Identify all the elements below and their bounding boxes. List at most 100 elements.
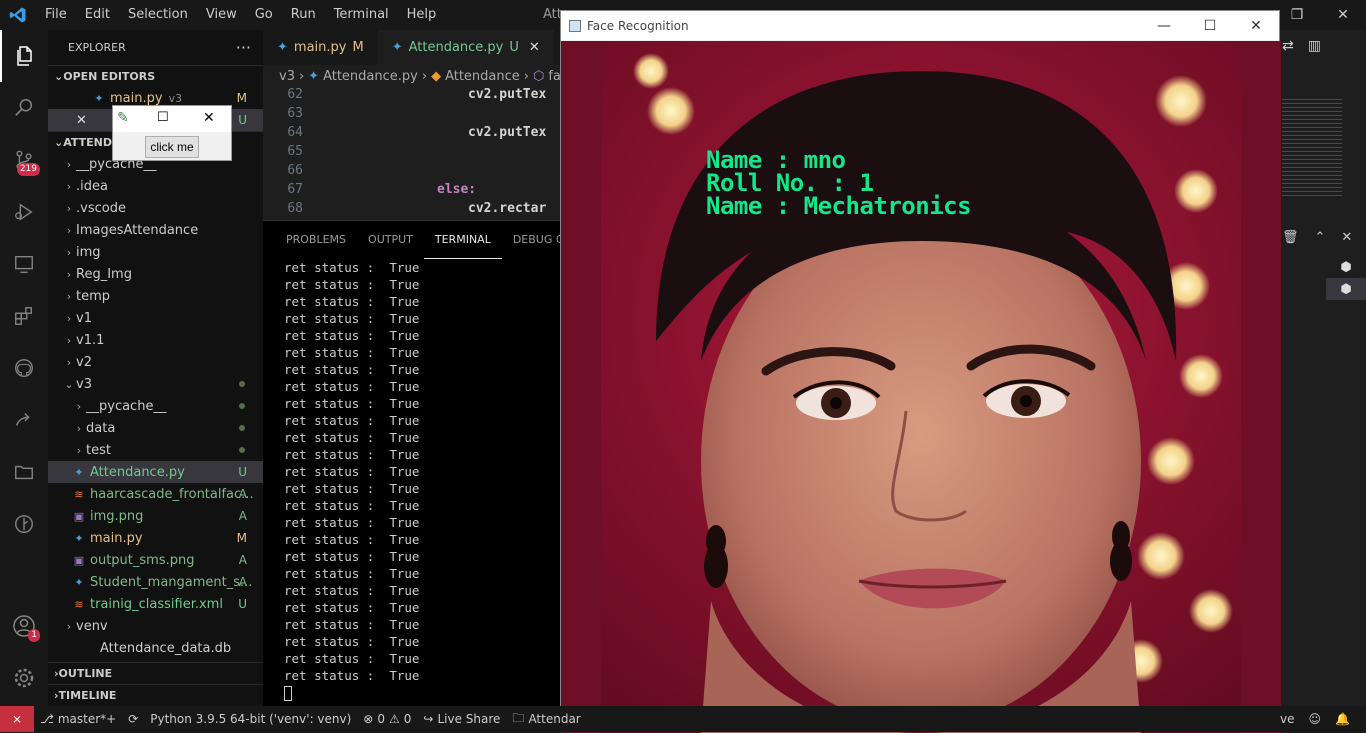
- search-icon[interactable]: [0, 82, 48, 134]
- tree-item[interactable]: › ImagesAttendance: [48, 219, 263, 241]
- outline-section[interactable]: › OUTLINE: [48, 662, 263, 684]
- line-number: 65: [287, 144, 303, 159]
- terminal-instance-icon[interactable]: ⬢: [1326, 278, 1366, 300]
- problems-status[interactable]: ⊗ 0 ⚠ 0: [357, 712, 417, 726]
- close-panel-icon[interactable]: ✕: [1341, 230, 1352, 245]
- menu-item-help[interactable]: Help: [398, 0, 446, 30]
- close-icon[interactable]: ✕: [1233, 11, 1279, 40]
- close-icon[interactable]: ✕: [203, 110, 215, 126]
- python-file-icon: ✦: [74, 465, 84, 479]
- tree-item-label: ImagesAttendance: [76, 222, 199, 238]
- feedback-icon[interactable]: ☺: [1308, 712, 1321, 726]
- split-editor-icon[interactable]: ▥: [1308, 38, 1321, 54]
- python-file-icon: ✦: [277, 40, 288, 55]
- settings-gear-icon[interactable]: [0, 652, 48, 704]
- menu-item-run[interactable]: Run: [282, 0, 325, 30]
- panel-tab-problems[interactable]: PROBLEMS: [275, 221, 357, 259]
- menu-item-selection[interactable]: Selection: [119, 0, 197, 30]
- python-file-icon: ✦: [94, 91, 104, 105]
- tree-item[interactable]: › __pycache__: [48, 395, 263, 417]
- tree-item[interactable]: › venv: [48, 615, 263, 637]
- menu-item-terminal[interactable]: Terminal: [325, 0, 398, 30]
- more-actions-icon[interactable]: ···: [236, 38, 251, 57]
- tree-item[interactable]: › img: [48, 241, 263, 263]
- tree-item[interactable]: ✦ Student_mangament_s... A: [48, 571, 263, 593]
- trash-icon[interactable]: 🗑: [1282, 230, 1299, 245]
- tree-item-label: main.py: [90, 530, 143, 546]
- maximize-icon[interactable]: ☐: [1187, 11, 1233, 40]
- tree-item[interactable]: › v1: [48, 307, 263, 329]
- branch-status[interactable]: ⎇ master*+: [34, 712, 122, 726]
- tree-item[interactable]: Attendance_data.db: [48, 637, 263, 659]
- source-control-icon[interactable]: 219: [0, 134, 48, 186]
- account-icon[interactable]: 1: [0, 600, 48, 652]
- click-me-button[interactable]: click me: [145, 136, 199, 158]
- tree-item[interactable]: › data: [48, 417, 263, 439]
- timeline-icon[interactable]: [0, 498, 48, 550]
- extensions-icon[interactable]: [0, 290, 48, 342]
- tree-item[interactable]: ▣ output_sms.png A: [48, 549, 263, 571]
- menu-item-view[interactable]: View: [197, 0, 246, 30]
- explorer-icon[interactable]: [0, 30, 48, 82]
- sync-icon[interactable]: ⟳: [122, 712, 144, 726]
- git-branch-icon: ⎇: [40, 712, 54, 726]
- terminal-line: ret status : True: [284, 328, 420, 343]
- tree-item[interactable]: ▣ img.png A: [48, 505, 263, 527]
- panel-tab-terminal[interactable]: TERMINAL: [423, 221, 502, 259]
- terminal-cursor: [284, 686, 292, 701]
- close-icon[interactable]: ✕: [1320, 0, 1366, 30]
- python-file-icon: ✦: [74, 575, 84, 589]
- tree-item[interactable]: › v1.1: [48, 329, 263, 351]
- python-interpreter[interactable]: Python 3.9.5 64-bit ('venv': venv): [144, 712, 357, 726]
- close-editor-icon[interactable]: ✕: [76, 113, 90, 128]
- menu-item-file[interactable]: File: [36, 0, 76, 30]
- code-editor[interactable]: 62 cv2.putTex 63 64 cv2.putTex 65 66 67 else: 68 c…: [263, 87, 560, 217]
- code-line: 67 else:: [263, 182, 560, 201]
- terminal-line: ret status : True: [284, 277, 420, 292]
- tab-main-py[interactable]: ✦ main.py M: [263, 30, 378, 65]
- remote-explorer-icon[interactable]: [0, 238, 48, 290]
- menu-item-edit[interactable]: Edit: [76, 0, 119, 30]
- tree-item[interactable]: ≋ haarcascade_frontalfac... A: [48, 483, 263, 505]
- terminal-instance-icon[interactable]: ⬢: [1326, 256, 1366, 278]
- maximize-icon[interactable]: ☐: [157, 110, 169, 125]
- minimize-icon[interactable]: —: [1141, 11, 1187, 40]
- close-tab-icon[interactable]: ✕: [529, 40, 540, 55]
- panel-tab-output[interactable]: OUTPUT: [357, 221, 424, 259]
- tree-item[interactable]: › v2: [48, 351, 263, 373]
- tree-item[interactable]: › temp: [48, 285, 263, 307]
- terminal-line: ret status : True: [284, 668, 420, 683]
- live-share-button[interactable]: ↪ Live Share: [417, 712, 506, 726]
- open-editors-section[interactable]: ⌄ OPEN EDITORS: [48, 65, 263, 87]
- run-debug-icon[interactable]: [0, 186, 48, 238]
- chevron-right-icon: ›: [76, 421, 82, 435]
- tree-item[interactable]: ✦ Attendance.py U: [48, 461, 263, 483]
- tree-item[interactable]: › .vscode: [48, 197, 263, 219]
- tree-item-label: haarcascade_frontalfac...: [90, 486, 254, 502]
- chevron-up-icon[interactable]: ⌃: [1315, 230, 1326, 245]
- live-share-icon[interactable]: [0, 394, 48, 446]
- tree-item[interactable]: ✦ main.py M: [48, 527, 263, 549]
- folder-icon[interactable]: [0, 446, 48, 498]
- tab-attendance-py[interactable]: ✦ Attendance.py U ✕: [377, 30, 554, 65]
- tree-item[interactable]: ≋ trainig_classifier.xml U: [48, 593, 263, 615]
- tree-item[interactable]: › .idea: [48, 175, 263, 197]
- terminal-line: ret status : True: [284, 583, 420, 598]
- tree-item[interactable]: › test: [48, 439, 263, 461]
- restore-icon[interactable]: ❐: [1274, 0, 1320, 30]
- menu-item-go[interactable]: Go: [246, 0, 282, 30]
- workspace-folder-status[interactable]: 🗀 Attendar: [506, 709, 586, 730]
- tree-item[interactable]: › Reg_Img: [48, 263, 263, 285]
- github-icon[interactable]: [0, 342, 48, 394]
- modified-dot-icon: [239, 381, 245, 387]
- tree-item-label: v2: [76, 354, 92, 370]
- notifications-icon[interactable]: 🔔: [1335, 712, 1350, 726]
- tree-item[interactable]: ⌄ v3: [48, 373, 263, 395]
- tree-item-label: v1.1: [76, 332, 105, 348]
- minimap[interactable]: [1280, 66, 1360, 206]
- remote-indicator-icon[interactable]: ⨯: [0, 706, 34, 732]
- terminal-line: ret status : True: [284, 651, 420, 666]
- terminal-output[interactable]: ret status : True ret status : True ret st…: [263, 259, 560, 701]
- timeline-section[interactable]: › TIMELINE: [48, 684, 263, 706]
- open-changes-icon[interactable]: ⇄: [1282, 38, 1294, 54]
